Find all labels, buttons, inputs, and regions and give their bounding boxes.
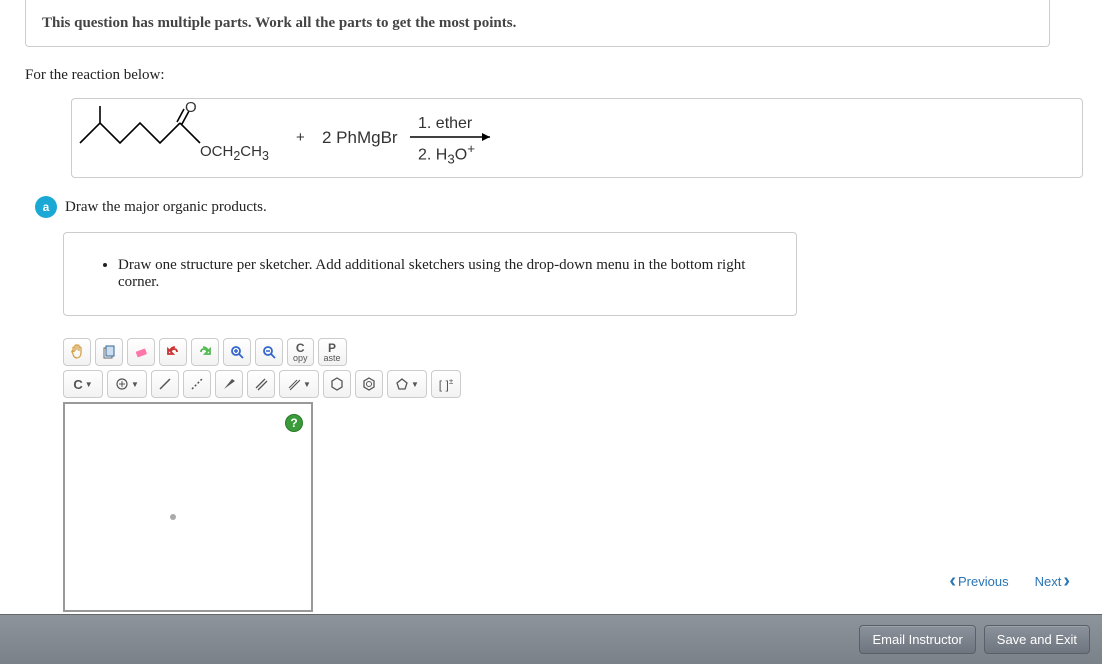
hint-text: Draw one structure per sketcher. Add add… — [118, 257, 778, 291]
sketcher-canvas[interactable]: ? — [63, 402, 313, 612]
wedge-bond-button[interactable] — [215, 370, 243, 398]
element-dropdown[interactable]: C▼ — [63, 370, 103, 398]
save-and-exit-button[interactable]: Save and Exit — [984, 625, 1090, 654]
next-label: Next — [1035, 574, 1062, 589]
charge-dropdown[interactable]: ▼ — [107, 370, 147, 398]
dashed-bond-button[interactable] — [183, 370, 211, 398]
erase-tool-button[interactable] — [127, 338, 155, 366]
benzene-button[interactable] — [355, 370, 383, 398]
triple-bond-dropdown[interactable]: ▼ — [279, 370, 319, 398]
hexagon-button[interactable] — [323, 370, 351, 398]
previous-label: Previous — [958, 574, 1009, 589]
email-instructor-button[interactable]: Email Instructor — [859, 625, 975, 654]
redo-button[interactable] — [191, 338, 219, 366]
undo-button[interactable] — [159, 338, 187, 366]
copy-text-button[interactable]: Copy — [287, 338, 314, 366]
copy-tool-button[interactable] — [95, 338, 123, 366]
content-scroll[interactable]: This question has multiple parts. Work a… — [0, 0, 1102, 615]
double-bond-button[interactable] — [247, 370, 275, 398]
carbonyl-o-label: O — [185, 99, 197, 116]
chevron-right-icon: › — [1063, 571, 1070, 591]
hint-box: Draw one structure per sketcher. Add add… — [63, 232, 797, 316]
next-link[interactable]: Next › — [1035, 571, 1070, 591]
nav-strip: ‹ Previous Next › — [949, 564, 1070, 598]
reaction-scheme: O OCH2CH3 + 2 PhMgBr 1. ether 2. H3O+ — [71, 98, 1083, 178]
step1-text: 1. ether — [418, 115, 472, 133]
reagent-text: 2 PhMgBr — [322, 128, 398, 148]
zoom-in-button[interactable] — [223, 338, 251, 366]
instruction-banner: This question has multiple parts. Work a… — [25, 0, 1050, 47]
substituent-label: OCH2CH3 — [200, 143, 269, 163]
chevron-left-icon: ‹ — [949, 571, 956, 591]
zoom-out-button[interactable] — [255, 338, 283, 366]
reaction-drawing: O OCH2CH3 + 2 PhMgBr 1. ether 2. H3O+ — [72, 103, 500, 173]
hand-tool-button[interactable] — [63, 338, 91, 366]
previous-link[interactable]: ‹ Previous — [949, 571, 1008, 591]
toolbar-row-1: Copy Paste — [63, 338, 495, 366]
part-badge: a — [35, 196, 57, 218]
ring-dropdown[interactable]: ▼ — [387, 370, 427, 398]
toolbar-row-2: C▼ ▼ ▼ — [63, 370, 495, 398]
single-bond-button[interactable] — [151, 370, 179, 398]
instruction-text: This question has multiple parts. Work a… — [42, 15, 516, 31]
plus-sign: + — [296, 129, 305, 146]
bracket-charge-button[interactable]: [ ]± — [431, 370, 461, 398]
sketcher: Copy Paste C▼ ▼ — [63, 338, 495, 612]
part-instruction: Draw the major organic products. — [65, 199, 267, 216]
help-icon[interactable]: ? — [285, 414, 303, 432]
footer-bar: Email Instructor Save and Exit — [0, 614, 1102, 664]
canvas-center-dot — [170, 514, 176, 520]
intro-text: For the reaction below: — [25, 67, 1050, 84]
step2-text: 2. H3O+ — [418, 141, 475, 167]
paste-text-button[interactable]: Paste — [318, 338, 347, 366]
